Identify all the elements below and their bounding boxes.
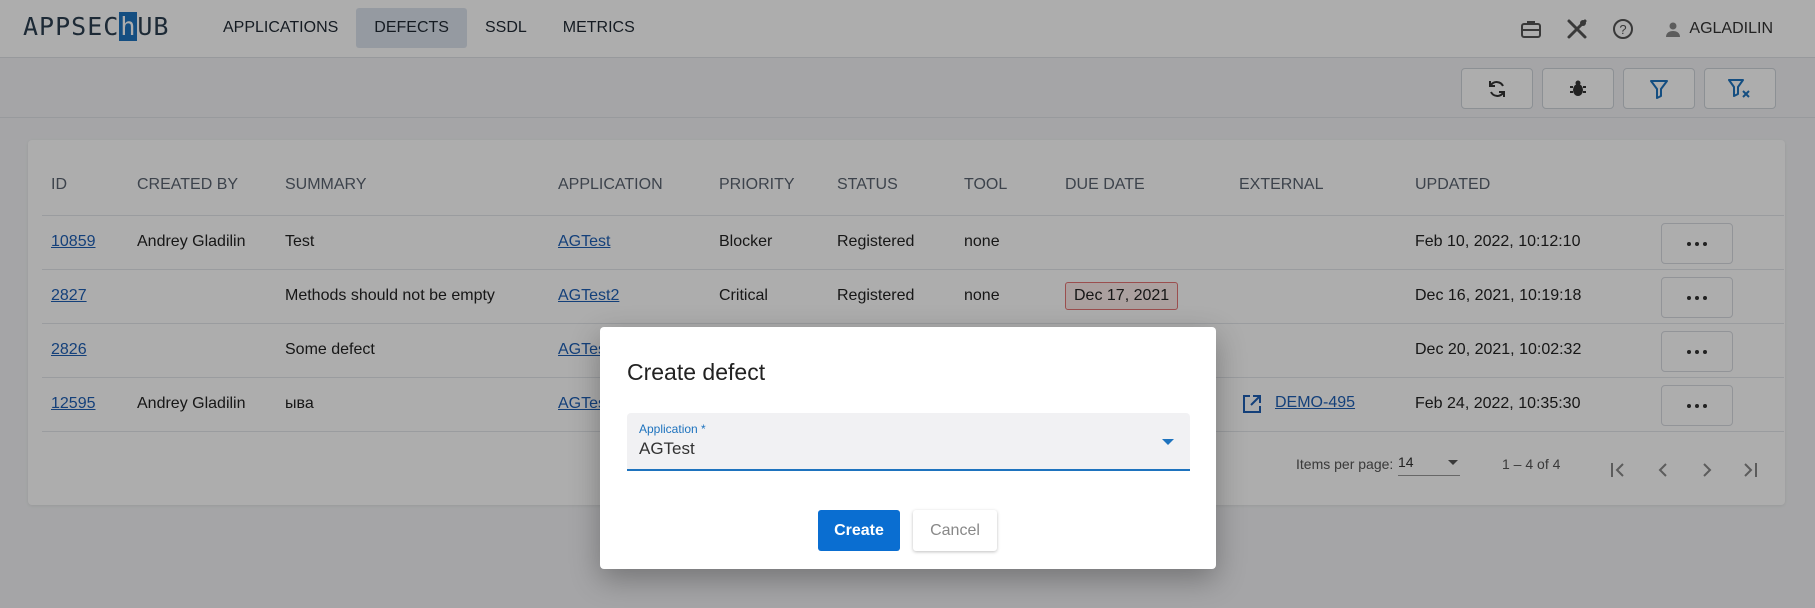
dropdown-arrow-icon[interactable] — [1162, 439, 1174, 445]
dialog-title: Create defect — [627, 359, 766, 385]
cancel-button[interactable]: Cancel — [913, 510, 997, 551]
application-field-label: Application * — [639, 422, 706, 436]
create-button[interactable]: Create — [818, 510, 900, 551]
application-select[interactable]: Application * AGTest — [627, 413, 1190, 471]
create-defect-dialog: Create defect Application * AGTest Creat… — [600, 327, 1216, 569]
application-field-value: AGTest — [639, 439, 695, 458]
